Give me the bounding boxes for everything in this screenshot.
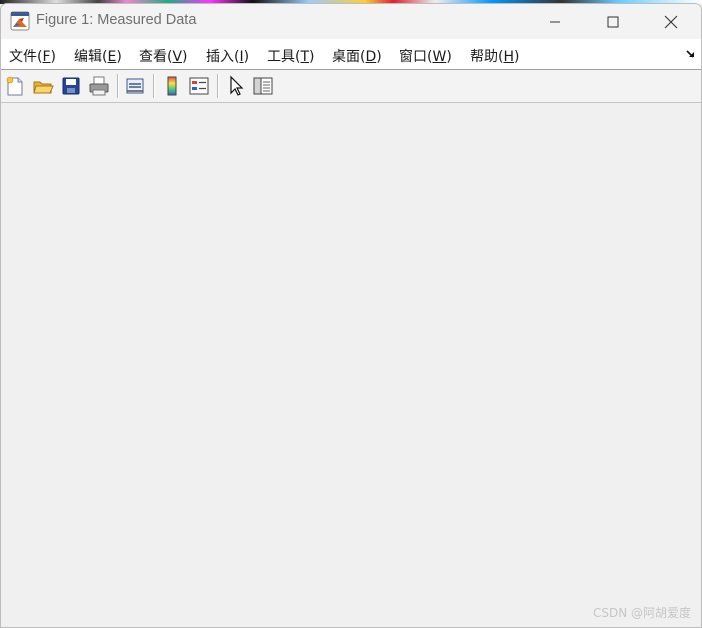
matlab-logo-icon — [10, 11, 30, 31]
figure-toolbar — [1, 70, 701, 103]
menu-window[interactable]: 窗口(W) — [399, 46, 452, 66]
close-button[interactable] — [642, 4, 700, 39]
title-bar[interactable]: Figure 1: Measured Data — [1, 4, 701, 39]
maximize-icon — [607, 16, 619, 27]
menu-insert[interactable]: 插入(I) — [206, 46, 249, 66]
menu-edit[interactable]: 编辑(E) — [74, 46, 122, 66]
menu-desktop[interactable]: 桌面(D) — [332, 46, 382, 66]
insert-legend-icon[interactable] — [188, 75, 210, 97]
close-icon — [664, 15, 678, 28]
insert-colorbar-icon[interactable] — [161, 75, 183, 97]
menu-file[interactable]: 文件(F) — [9, 46, 56, 66]
edit-plot-pointer-icon[interactable] — [225, 75, 247, 97]
save-icon[interactable] — [60, 75, 82, 97]
menu-view[interactable]: 查看(V) — [139, 46, 188, 66]
watermark: CSDN @阿胡爱度 — [592, 606, 691, 620]
menu-tools[interactable]: 工具(T) — [267, 46, 315, 66]
minimize-button[interactable] — [526, 4, 584, 39]
toolbar-separator — [153, 74, 155, 98]
menu-bar: 文件(F) 编辑(E) 查看(V) 插入(I) 工具(T) 桌面(D) 窗口(W… — [1, 39, 701, 70]
minimize-icon — [550, 21, 560, 22]
new-figure-icon[interactable] — [4, 75, 26, 97]
property-inspector-icon[interactable] — [252, 75, 274, 97]
figure-canvas[interactable] — [1, 103, 701, 627]
toolbar-separator — [217, 74, 219, 98]
link-plot-icon[interactable] — [124, 75, 146, 97]
menu-help[interactable]: 帮助(H) — [470, 46, 519, 66]
window-title: Figure 1: Measured Data — [36, 12, 197, 28]
maximize-button[interactable] — [584, 4, 642, 39]
figure-window: Figure 1: Measured Data 文件(F) 编辑(E) 查看(V… — [0, 3, 702, 628]
print-icon[interactable] — [88, 75, 110, 97]
toolbar-separator — [117, 74, 119, 98]
open-file-icon[interactable] — [32, 75, 54, 97]
dock-arrow-icon[interactable] — [685, 48, 697, 60]
